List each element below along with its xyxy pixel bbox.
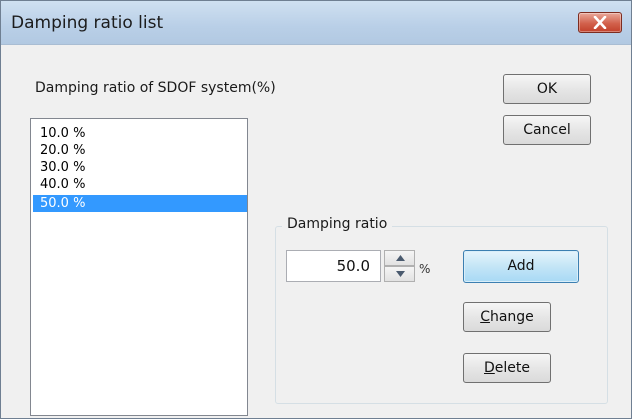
list-item[interactable]: 10.0 %: [33, 125, 253, 142]
spin-down-button[interactable]: [384, 266, 415, 282]
list-label: Damping ratio of SDOF system(%): [35, 80, 276, 96]
spin-up-button[interactable]: [384, 250, 415, 266]
chevron-down-icon: [396, 271, 405, 277]
window-title: Damping ratio list: [11, 13, 164, 33]
cancel-button[interactable]: Cancel: [503, 115, 591, 145]
group-title: Damping ratio: [282, 216, 393, 232]
list-item[interactable]: 20.0 %: [33, 142, 253, 159]
ok-button[interactable]: OK: [503, 74, 591, 104]
change-label: hange: [489, 309, 534, 325]
delete-accelerator: D: [484, 360, 495, 376]
title-bar[interactable]: Damping ratio list: [1, 1, 631, 45]
close-icon: [593, 16, 607, 29]
list-item-selected[interactable]: 50.0 %: [33, 195, 247, 212]
damping-ratio-listbox[interactable]: 10.0 % 20.0 % 30.0 % 40.0 % 50.0 %: [30, 118, 248, 416]
damping-ratio-input[interactable]: 50.0: [286, 250, 381, 282]
add-button[interactable]: Add: [463, 250, 579, 283]
damping-ratio-spinner[interactable]: [384, 250, 415, 282]
close-button[interactable]: [578, 12, 622, 33]
list-item[interactable]: 40.0 %: [33, 176, 253, 193]
delete-label: elete: [494, 360, 530, 376]
chevron-up-icon: [396, 255, 405, 261]
list-item[interactable]: 30.0 %: [33, 159, 253, 176]
delete-button[interactable]: Delete: [463, 353, 551, 383]
change-accelerator: C: [480, 309, 490, 325]
percent-unit-label: %: [419, 262, 431, 276]
change-button[interactable]: Change: [463, 302, 551, 332]
